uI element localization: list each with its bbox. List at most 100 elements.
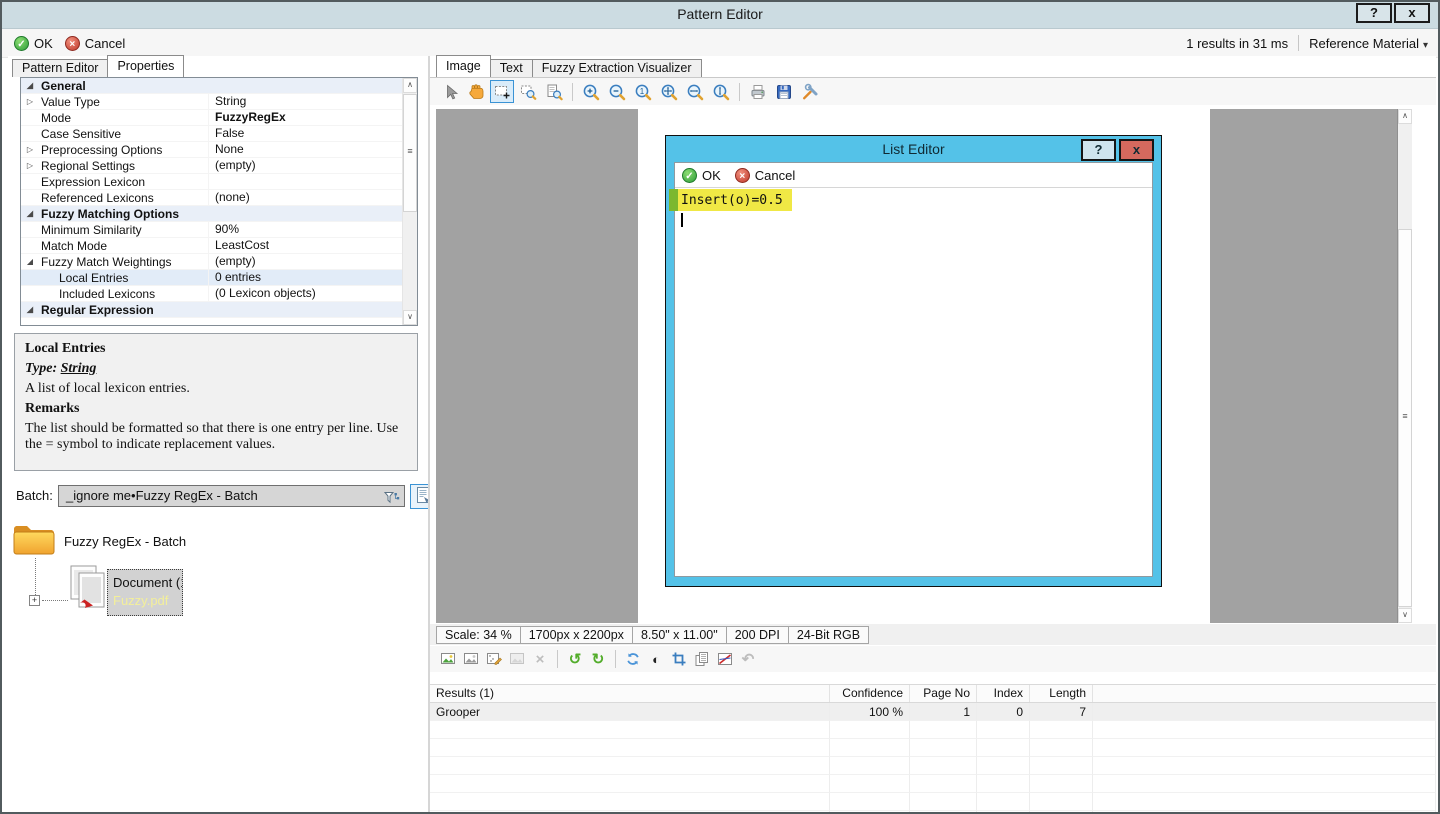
viewer-scrollbar[interactable]: ∧ ≡ ∨ xyxy=(1397,109,1412,623)
scroll-up-icon[interactable]: ∧ xyxy=(1398,109,1412,124)
cancel-button[interactable]: × Cancel xyxy=(64,35,125,51)
table-cell-spacer xyxy=(1093,739,1436,757)
lexicon-entry-editor[interactable]: Insert(o)=0.5 xyxy=(669,188,1152,576)
tab-pattern-editor[interactable]: Pattern Editor xyxy=(12,59,109,77)
page-preview-tool-icon[interactable] xyxy=(542,80,566,103)
property-row[interactable]: ▷ Value Type String xyxy=(21,94,402,110)
dialog-ok-button[interactable]: ✓ OK xyxy=(682,167,721,183)
expander-icon[interactable]: ◢ xyxy=(21,257,39,266)
table-cell-spacer xyxy=(1093,721,1436,739)
zoom-fit-icon[interactable] xyxy=(657,80,681,103)
expander-icon[interactable]: ▷ xyxy=(21,97,39,106)
property-row[interactable]: ◢ Regular Expression xyxy=(21,302,402,318)
dialog-titlebar: List Editor ? x xyxy=(666,136,1161,162)
copy-page-icon[interactable] xyxy=(692,649,712,669)
crop-icon[interactable] xyxy=(669,649,689,669)
line-removal-icon[interactable] xyxy=(715,649,735,669)
property-row[interactable]: ◢ General xyxy=(21,78,402,94)
property-grid-scrollbar[interactable]: ∧ ≡ ∨ xyxy=(402,78,417,325)
color-image-icon[interactable] xyxy=(438,649,458,669)
scroll-down-icon[interactable]: ∨ xyxy=(403,310,417,325)
image-tools-icon[interactable] xyxy=(798,80,822,103)
rotate-left-icon[interactable]: ↺ xyxy=(565,649,585,669)
property-row[interactable]: Included Lexicons (0 Lexicon objects) xyxy=(21,286,402,302)
property-row[interactable]: Match Mode LeastCost xyxy=(21,238,402,254)
reference-material-dropdown[interactable]: Reference Material ▾ xyxy=(1309,36,1428,51)
expander-icon[interactable]: ◢ xyxy=(21,209,39,218)
pointer-tool-icon[interactable] xyxy=(438,80,462,103)
undo-icon[interactable]: ↶ xyxy=(738,649,758,669)
tab-text[interactable]: Text xyxy=(489,59,533,77)
property-row[interactable]: Local Entries 0 entries xyxy=(21,270,402,286)
expander-icon[interactable]: ◢ xyxy=(21,81,39,90)
column-header[interactable]: Results (1) xyxy=(430,685,830,702)
fit-width-icon[interactable] xyxy=(683,80,707,103)
expander-icon[interactable]: ▷ xyxy=(21,161,39,170)
dialog-close-button[interactable]: x xyxy=(1119,139,1154,161)
filter-funnel-icon[interactable] xyxy=(383,490,400,506)
refresh-icon[interactable] xyxy=(623,649,643,669)
list-editor-dialog: List Editor ? x ✓ OK × Cancel Insert(o)=… xyxy=(665,135,1162,587)
threshold-icon[interactable]: ◐ xyxy=(646,649,666,669)
column-header[interactable]: Page No xyxy=(910,685,977,702)
despeckle-icon[interactable] xyxy=(484,649,504,669)
window-help-button[interactable]: ? xyxy=(1356,3,1392,23)
dialog-cancel-button[interactable]: × Cancel xyxy=(734,167,795,183)
column-header[interactable]: Index xyxy=(977,685,1030,702)
table-cell xyxy=(1030,721,1093,739)
property-row[interactable]: ◢ Fuzzy Match Weightings (empty) xyxy=(21,254,402,270)
dialog-help-button[interactable]: ? xyxy=(1081,139,1116,161)
zoom-in-icon[interactable] xyxy=(579,80,603,103)
delete-disabled-icon[interactable]: × xyxy=(530,649,550,669)
tab-properties[interactable]: Properties xyxy=(107,55,185,77)
batch-selector[interactable]: _ignore me•Fuzzy RegEx - Batch xyxy=(58,485,405,507)
scrollbar-thumb[interactable]: ≡ xyxy=(403,94,417,212)
property-grid: ◢ General ▷ Value Type String Mode FuzzyRegEx C… xyxy=(20,77,418,326)
save-image-icon[interactable] xyxy=(772,80,796,103)
image-viewer[interactable]: List Editor ? x ✓ OK × Cancel Insert(o)=… xyxy=(436,109,1412,623)
property-row[interactable]: Referenced Lexicons (none) xyxy=(21,190,402,206)
expander-icon[interactable]: ▷ xyxy=(21,145,39,154)
column-header[interactable]: Length xyxy=(1030,685,1093,702)
expander-icon[interactable]: ◢ xyxy=(21,305,39,314)
fit-height-icon[interactable] xyxy=(709,80,733,103)
property-row[interactable]: Expression Lexicon xyxy=(21,174,402,190)
zoom-out-icon[interactable] xyxy=(605,80,629,103)
results-table-header: Results (1) Confidence Page No Index Length xyxy=(430,685,1436,703)
zoom-region-tool-icon[interactable] xyxy=(516,80,540,103)
property-label: Fuzzy Match Weightings xyxy=(41,254,172,269)
property-row[interactable]: Case Sensitive False xyxy=(21,126,402,142)
rotate-right-icon[interactable]: ↻ xyxy=(588,649,608,669)
property-row[interactable]: Minimum Similarity 90% xyxy=(21,222,402,238)
window-close-button[interactable]: x xyxy=(1394,3,1430,23)
scroll-up-icon[interactable]: ∧ xyxy=(403,78,417,93)
tree-root-label[interactable]: Fuzzy RegEx - Batch xyxy=(64,534,186,549)
table-row-empty xyxy=(430,811,1436,812)
folder-icon[interactable] xyxy=(12,520,56,561)
ok-button[interactable]: ✓ OK xyxy=(14,35,53,51)
toolbar-separator xyxy=(615,650,616,668)
tab-fuzzy-extraction-visualizer[interactable]: Fuzzy Extraction Visualizer xyxy=(531,59,702,77)
zoom-actual-icon[interactable]: 1 xyxy=(631,80,655,103)
tree-node-document[interactable]: Document (1) Fuzzy.pdf xyxy=(107,569,183,616)
property-row[interactable]: ▷ Regional Settings (empty) xyxy=(21,158,402,174)
property-row[interactable]: Mode FuzzyRegEx xyxy=(21,110,402,126)
document-label: Document (1) xyxy=(113,575,182,590)
tab-image[interactable]: Image xyxy=(436,55,491,77)
pan-tool-icon[interactable] xyxy=(464,80,488,103)
grayscale-image-icon[interactable] xyxy=(461,649,481,669)
table-row[interactable]: Grooper 100 % 1 0 7 xyxy=(430,703,1436,721)
property-row[interactable]: ▷ Preprocessing Options None xyxy=(21,142,402,158)
table-cell-spacer xyxy=(1093,703,1436,721)
print-icon[interactable] xyxy=(746,80,770,103)
select-region-tool-icon[interactable] xyxy=(490,80,514,103)
tree-expander-icon[interactable]: + xyxy=(29,595,40,606)
scrollbar-thumb[interactable]: ≡ xyxy=(1398,229,1412,607)
property-row[interactable]: ◢ Fuzzy Matching Options xyxy=(21,206,402,222)
property-label: Mode xyxy=(41,110,72,125)
property-label: Fuzzy Matching Options xyxy=(41,206,179,221)
scroll-down-icon[interactable]: ∨ xyxy=(1398,608,1412,623)
merge-disabled-icon[interactable] xyxy=(507,649,527,669)
right-panel: Image Text Fuzzy Extraction Visualizer 1… xyxy=(430,55,1436,812)
column-header[interactable]: Confidence xyxy=(830,685,910,702)
